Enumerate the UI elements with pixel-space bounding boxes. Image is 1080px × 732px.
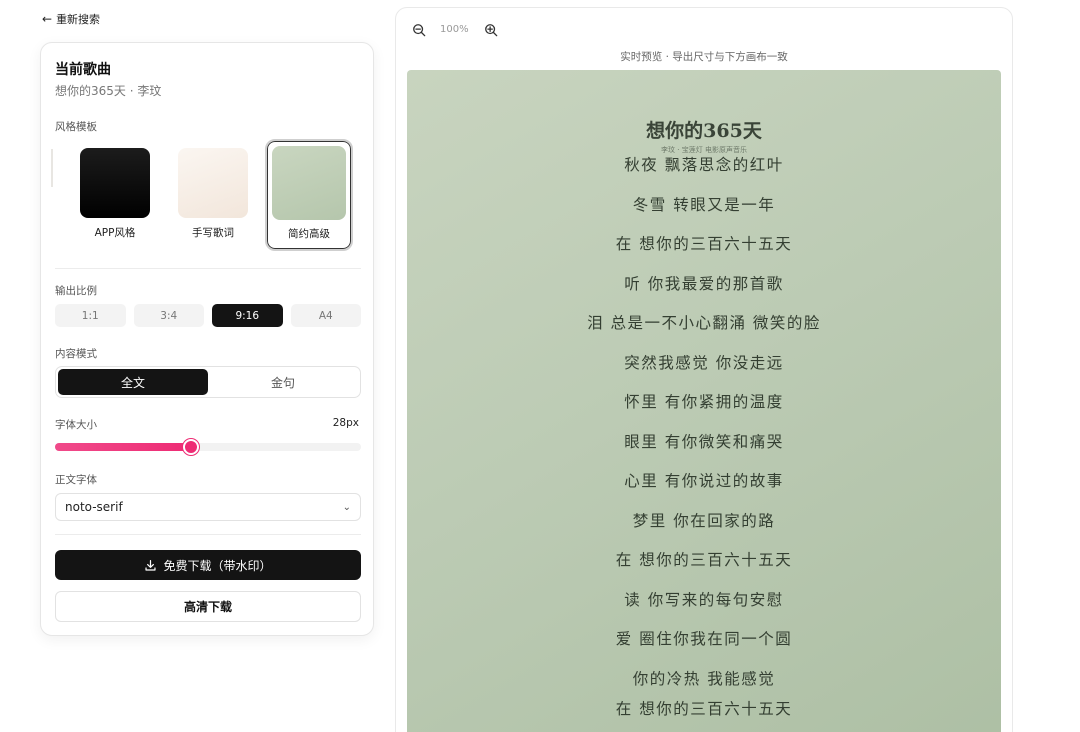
font-size-label: 字体大小 [55,419,97,431]
current-song-label: 当前歌曲 [55,62,111,78]
template-name: 简约高级 [288,228,330,240]
lyric-line: 在 想你的三百六十五天 [615,551,793,569]
lyric-line: 读 你写来的每句安慰 [624,590,784,609]
mode-highlights[interactable]: 金句 [208,369,358,395]
font-size-value: 28px [332,417,359,429]
mode-full-text[interactable]: 全文 [58,369,208,395]
free-download-button[interactable]: 免费下载（带水印） [55,550,361,580]
font-size-slider[interactable] [55,439,361,455]
download-icon [145,559,157,571]
style-template-label: 风格模板 [55,121,97,133]
lyric-line: 怀里 有你紧拥的温度 [624,393,784,411]
content-mode-label: 内容模式 [55,348,97,360]
card-title: 想你的365天 [646,120,762,142]
hd-download-button[interactable]: 高清下载 [55,591,361,622]
lyric-line: 心里 有你说过的故事 [624,472,784,490]
settings-panel: 当前歌曲 想你的365天 · 李玟 风格模板 APP风格 手写歌词 简约高级 输… [40,42,374,636]
divider [55,534,361,535]
back-to-search-link[interactable]: ← 重新搜索 [42,11,100,27]
zoom-out-icon[interactable] [412,23,426,37]
template-app-style[interactable]: APP风格 [71,139,159,240]
selected-font: noto-serif [65,500,123,514]
ratio-option-3-4[interactable]: 3:4 [133,304,204,327]
template-swatch [178,148,248,218]
ratio-selector: 1:1 3:4 9:16 A4 [55,304,361,327]
slider-fill [55,443,192,451]
template-name: APP风格 [94,227,136,239]
template-swatch [80,148,150,218]
arrow-left-icon: ← [42,12,53,26]
ratio-option-9-16[interactable]: 9:16 [212,304,283,327]
preview-panel: 100% 实时预览 · 导出尺寸与下方画布一致 想你的365天 李玟 · 宝莲灯… [395,7,1013,732]
lyric-line: 突然我感觉 你没走远 [624,353,784,372]
lyric-line: 在 想你的三百六十五天 [615,700,793,718]
content-mode-toggle: 全文 金句 [55,366,361,398]
template-swatch [272,146,346,220]
zoom-in-icon[interactable] [484,23,498,37]
chevron-down-icon: ⌄ [342,501,351,513]
lyric-line: 秋夜 飘落思念的红叶 [624,156,784,174]
lyric-line: 爱 圈住你我在同一个圆 [615,630,793,648]
lyric-line: 冬雪 转眼又是一年 [632,195,776,214]
ratio-option-1-1[interactable]: 1:1 [55,304,126,327]
ratio-option-a4[interactable]: A4 [290,304,361,327]
lyrics-block: 秋夜 飘落思念的红叶 冬雪 转眼又是一年 在 想你的三百六十五天 听 你我最爱的… [407,154,1001,732]
lyric-line: 梦里 你在回家的路 [632,511,776,530]
zoom-level: 100% [440,24,469,35]
free-download-label: 免费下载（带水印） [163,558,272,573]
template-name: 手写歌词 [192,227,234,239]
lyrics-card-canvas: 想你的365天 李玟 · 宝莲灯 电影原声音乐 秋夜 飘落思念的红叶 冬雪 转眼… [407,70,1001,732]
slider-thumb[interactable] [183,439,200,455]
template-handwritten[interactable]: 手写歌词 [169,139,257,240]
body-font-select[interactable]: noto-serif ⌄ [55,493,361,521]
divider [55,268,361,269]
lyric-line: 听 你我最爱的那首歌 [624,274,784,293]
song-subtitle: 想你的365天 · 李玟 [55,84,162,98]
lyric-line: 泪 总是一不小心翻涌 微笑的脸 [587,314,821,332]
body-font-label: 正文字体 [55,474,97,486]
lyric-line: 眼里 有你微笑和痛哭 [624,432,784,451]
back-label: 重新搜索 [56,13,101,26]
template-minimal-premium[interactable]: 简约高级 [265,139,353,251]
preview-hint: 实时预览 · 导出尺寸与下方画布一致 [620,51,788,63]
lyric-line: 在 想你的三百六十五天 [615,235,793,253]
output-ratio-label: 输出比例 [55,285,97,297]
template-carousel[interactable]: APP风格 手写歌词 简约高级 [51,139,369,251]
carousel-edge [51,149,53,187]
